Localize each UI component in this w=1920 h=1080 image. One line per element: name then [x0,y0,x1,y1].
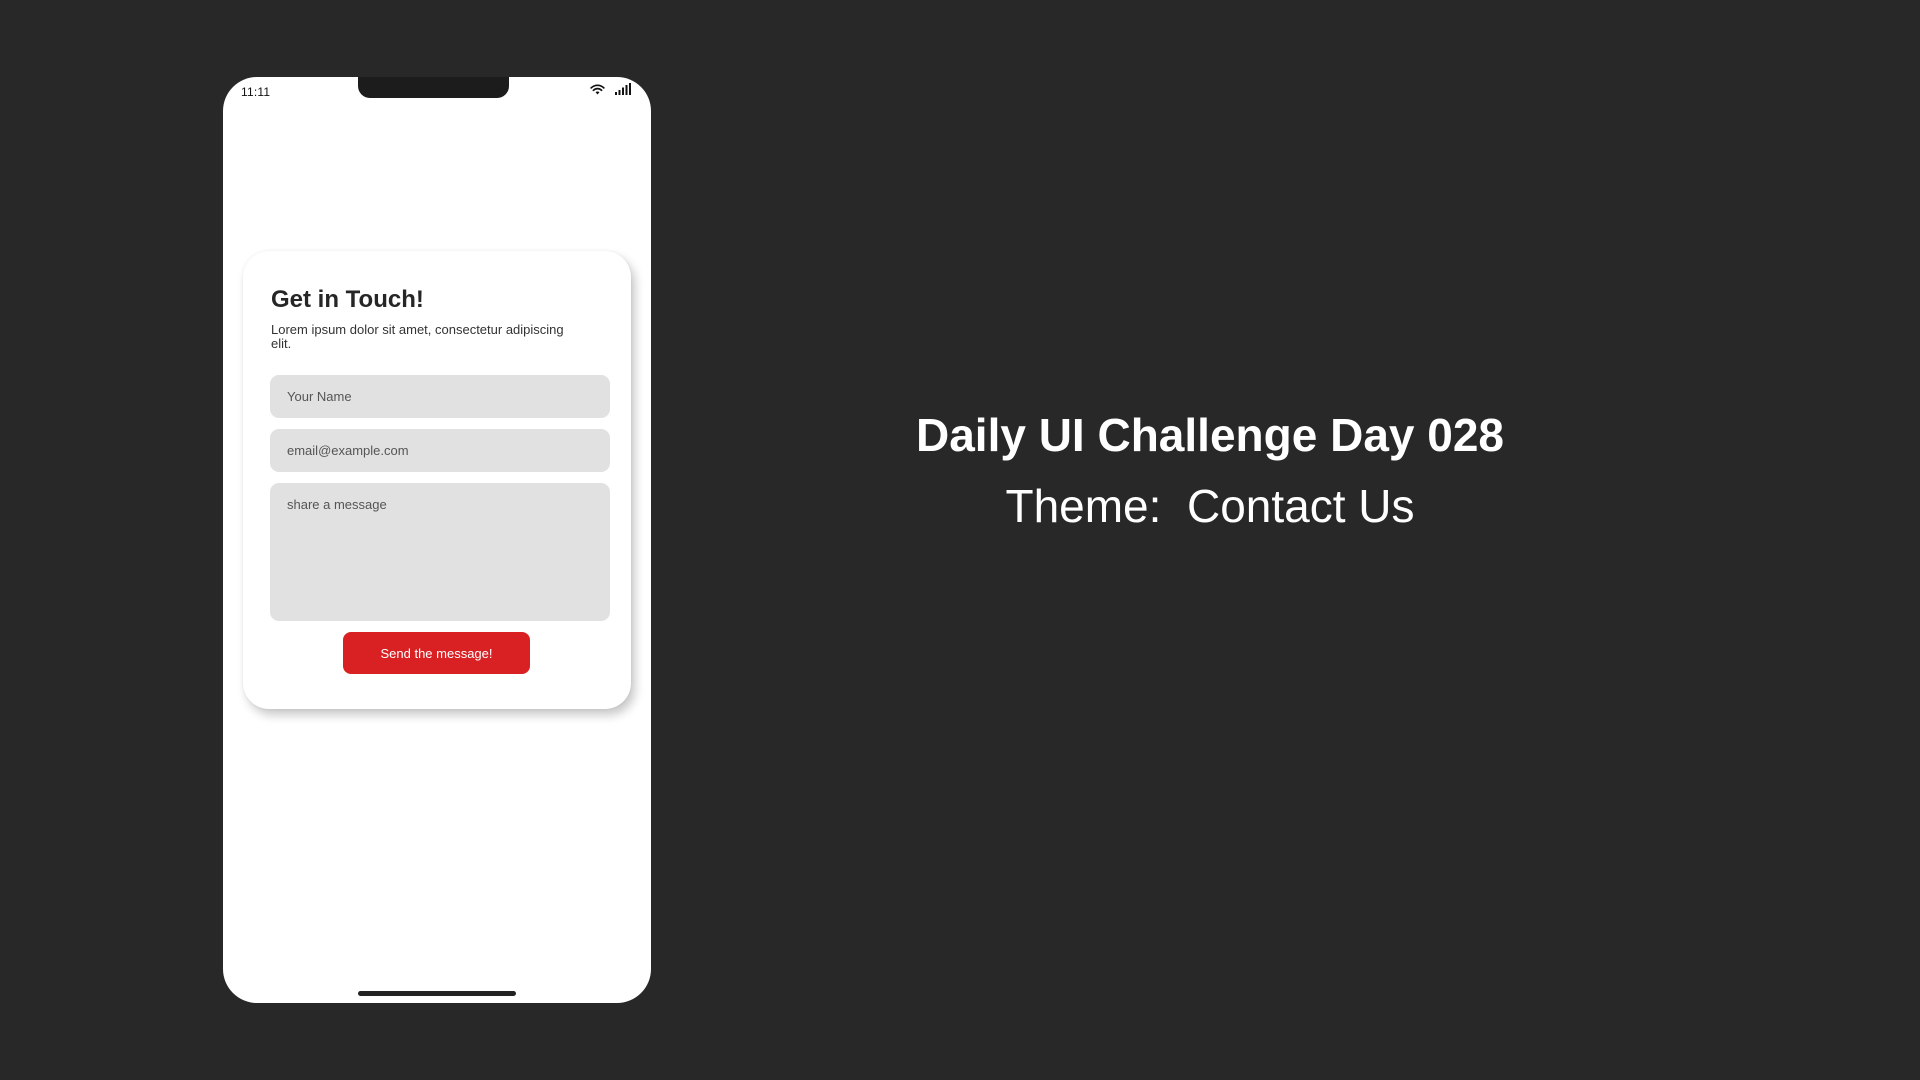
message-textarea[interactable] [270,483,610,621]
signal-bars-icon [615,83,631,95]
name-input[interactable] [270,375,610,418]
send-message-button[interactable]: Send the message! [343,632,530,674]
challenge-theme: Theme: Contact Us [1005,480,1415,532]
card-description: Lorem ipsum dolor sit amet, consectetur … [271,322,564,351]
phone-mockup: 11:11 Get in Touch! Lorem ipsum dolor si… [223,77,651,1003]
card-title: Get in Touch! [271,286,424,313]
contact-card: Get in Touch! Lorem ipsum dolor sit amet… [243,251,631,709]
email-input[interactable] [270,429,610,472]
challenge-title: Daily UI Challenge Day 028 [915,409,1505,461]
status-time: 11:11 [241,85,271,99]
wifi-icon [590,83,605,95]
status-icons [590,83,631,95]
home-indicator [358,991,516,996]
phone-notch [358,77,509,98]
